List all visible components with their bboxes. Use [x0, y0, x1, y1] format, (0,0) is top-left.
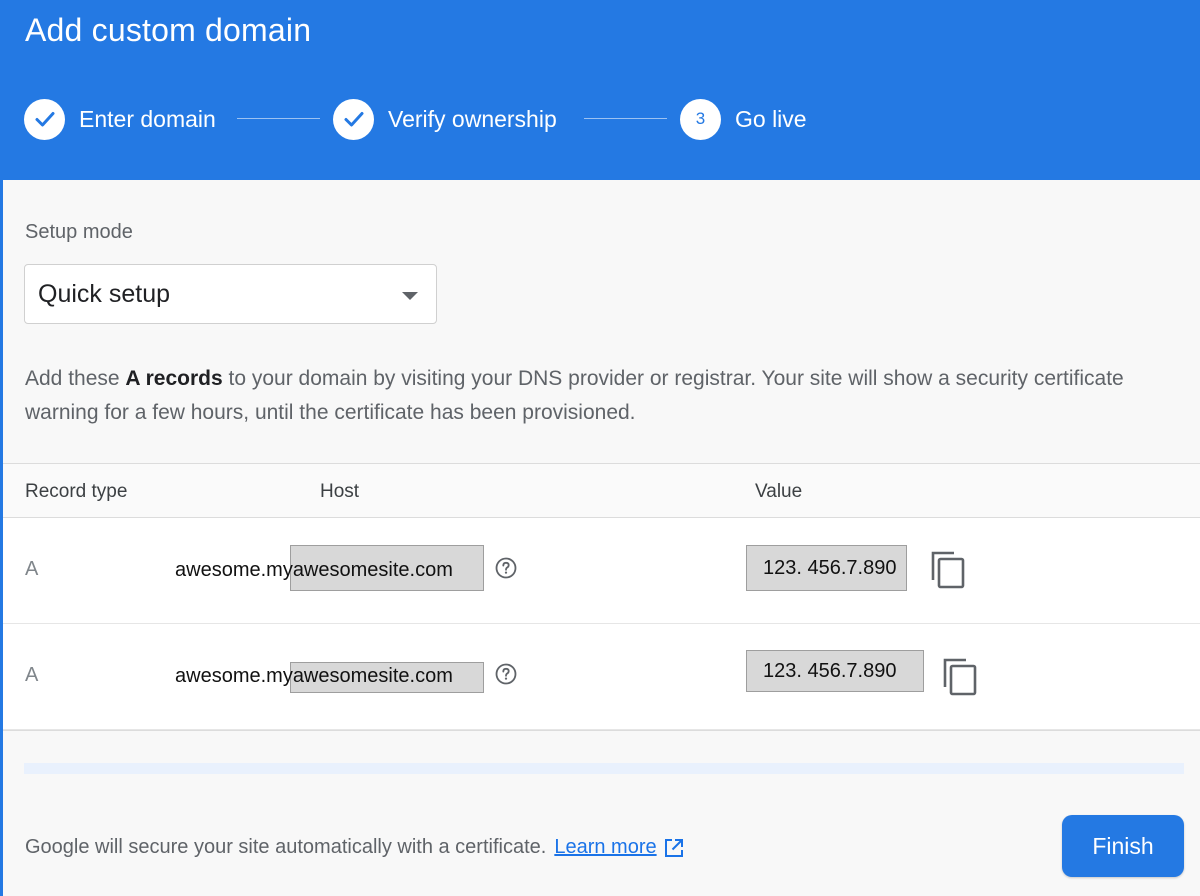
- setup-mode-select[interactable]: Quick setup: [24, 264, 437, 324]
- dialog-header: Add custom domain Enter domain Verify ow…: [0, 0, 1200, 180]
- step-enter-domain: Enter domain: [24, 98, 216, 140]
- instructions-prefix: Add these: [25, 367, 126, 390]
- host-value[interactable]: awesome.myawesomesite.com: [175, 665, 453, 688]
- record-type: A: [25, 664, 39, 686]
- table-row: A awesome.myawesomesite.com 123. 456.7.8…: [3, 624, 1200, 730]
- check-circle-icon: [24, 98, 65, 140]
- step-label: Enter domain: [79, 105, 216, 132]
- record-type: A: [25, 558, 39, 580]
- step-label: Verify ownership: [388, 105, 557, 132]
- setup-mode-label: Setup mode: [25, 221, 133, 243]
- progress-track: [24, 763, 1184, 774]
- ip-value[interactable]: 123. 456.7.890: [746, 650, 924, 692]
- open-in-new-icon[interactable]: [663, 837, 685, 859]
- copy-icon[interactable]: [930, 550, 966, 590]
- step-go-live: 3 Go live: [680, 98, 807, 140]
- instructions-text: Add these A records to your domain by vi…: [25, 362, 1185, 430]
- step-connector: [584, 118, 667, 119]
- step-verify-ownership: Verify ownership: [333, 98, 557, 140]
- column-host: Host: [320, 481, 360, 502]
- help-circle-icon[interactable]: [495, 663, 517, 685]
- learn-more-link[interactable]: Learn more: [554, 836, 656, 859]
- finish-button[interactable]: Finish: [1062, 815, 1184, 877]
- instructions-bold: A records: [125, 367, 223, 390]
- ip-value[interactable]: 123. 456.7.890: [746, 545, 907, 591]
- copy-icon[interactable]: [942, 657, 978, 697]
- setup-mode-value: Quick setup: [38, 280, 171, 308]
- step-number: 3: [680, 98, 721, 140]
- column-record-type: Record type: [25, 481, 128, 502]
- host-value[interactable]: awesome.myawesomesite.com: [175, 559, 453, 582]
- dialog-title: Add custom domain: [25, 12, 312, 48]
- footer-note: Google will secure your site automatical…: [25, 836, 685, 859]
- step-connector: [237, 118, 320, 119]
- table-row: A awesome.myawesomesite.com 123. 456.7.8…: [3, 518, 1200, 624]
- arrow-drop-down-icon: [402, 292, 418, 300]
- help-circle-icon[interactable]: [495, 557, 517, 579]
- certificate-note: Google will secure your site automatical…: [25, 836, 547, 858]
- table-header: Record type Host Value: [3, 464, 1200, 518]
- column-value: Value: [755, 481, 803, 502]
- step-label: Go live: [735, 105, 807, 132]
- dns-records-table: Record type Host Value A awesome.myaweso…: [3, 463, 1200, 731]
- check-circle-icon: [333, 98, 374, 140]
